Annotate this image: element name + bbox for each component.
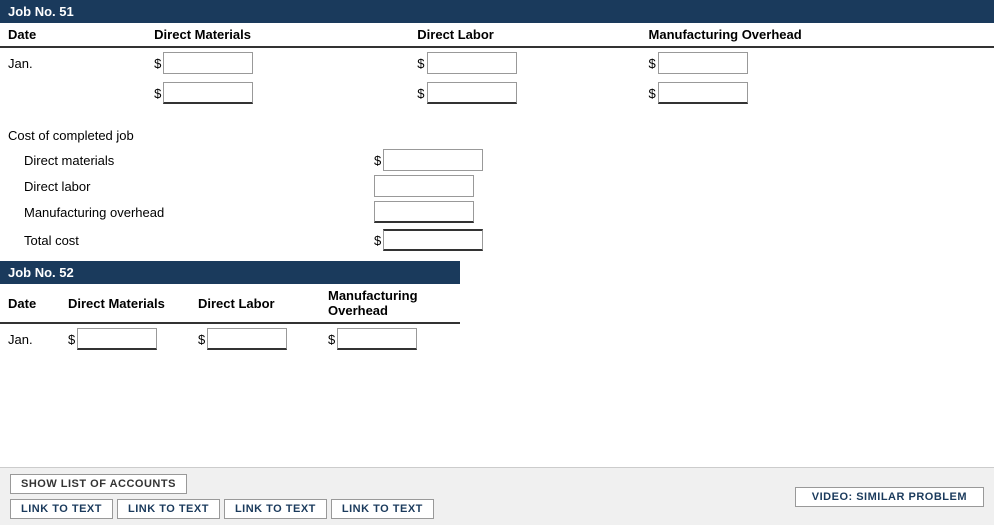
dollar-sign: $ [154, 86, 161, 101]
job1-row1-dm-input[interactable] [163, 52, 253, 74]
dollar-sign: $ [417, 86, 424, 101]
col-header-dm: Direct Materials [146, 23, 409, 47]
dollar-sign: $ [328, 332, 335, 347]
dl-label: Direct labor [24, 179, 374, 194]
link-btn-4[interactable]: LINK TO TEXT [331, 499, 434, 519]
col-header-dl: Direct Labor [409, 23, 628, 47]
cost-dm-input[interactable] [383, 149, 483, 171]
job1-row2-date [0, 78, 146, 108]
job1-row1-date: Jan. [0, 47, 146, 78]
cost-row-dl: Direct labor [8, 175, 986, 197]
dollar-sign: $ [374, 233, 381, 248]
link-btn-2[interactable]: LINK TO TEXT [117, 499, 220, 519]
cost-mo-input[interactable] [374, 201, 474, 223]
cost-summary-title: Cost of completed job [8, 128, 986, 143]
job1-row1-mo-input[interactable] [658, 52, 748, 74]
col-header-mo: Manufacturing Overhead [629, 23, 994, 47]
dollar-sign: $ [417, 56, 424, 71]
link-btn-1[interactable]: LINK TO TEXT [10, 499, 113, 519]
dollar-sign: $ [374, 153, 381, 168]
job2-row1-dl-input[interactable] [207, 328, 287, 350]
total-cost-input[interactable] [383, 229, 483, 251]
dollar-sign: $ [649, 86, 656, 101]
video-similar-problem-button[interactable]: VIDEO: SIMILAR PROBLEM [795, 487, 984, 507]
cost-dl-input[interactable] [374, 175, 474, 197]
col-header-date: Date [0, 23, 146, 47]
total-label: Total cost [24, 233, 374, 248]
cost-row-dm: Direct materials $ [8, 149, 986, 171]
dollar-sign: $ [68, 332, 75, 347]
job1-row2-dm-input[interactable] [163, 82, 253, 104]
job2-header: Job No. 52 [0, 261, 460, 284]
job2-col-header-dm: Direct Materials [60, 284, 190, 323]
dollar-sign: $ [198, 332, 205, 347]
job2-col-header-date: Date [0, 284, 60, 323]
job1-row2-mo-input[interactable] [658, 82, 748, 104]
cost-row-mo: Manufacturing overhead [8, 201, 986, 223]
job1-header: Job No. 51 [0, 0, 994, 23]
dollar-sign: $ [649, 56, 656, 71]
job1-row2-dl-input[interactable] [427, 82, 517, 104]
job2-col-header-dl: Direct Labor [190, 284, 320, 323]
job2-col-header-mo: Manufacturing Overhead [320, 284, 460, 323]
show-accounts-button[interactable]: SHOW LIST OF ACCOUNTS [10, 474, 187, 494]
link-btn-3[interactable]: LINK TO TEXT [224, 499, 327, 519]
dm-label: Direct materials [24, 153, 374, 168]
job2-row1-date: Jan. [0, 323, 60, 354]
dollar-sign: $ [154, 56, 161, 71]
job2-row1-mo-input[interactable] [337, 328, 417, 350]
job1-row1-dl-input[interactable] [427, 52, 517, 74]
bottom-toolbar: SHOW LIST OF ACCOUNTS LINK TO TEXT LINK … [0, 467, 994, 525]
total-row: Total cost $ [8, 229, 986, 251]
job2-row1-dm-input[interactable] [77, 328, 157, 350]
mo-label: Manufacturing overhead [24, 205, 374, 220]
